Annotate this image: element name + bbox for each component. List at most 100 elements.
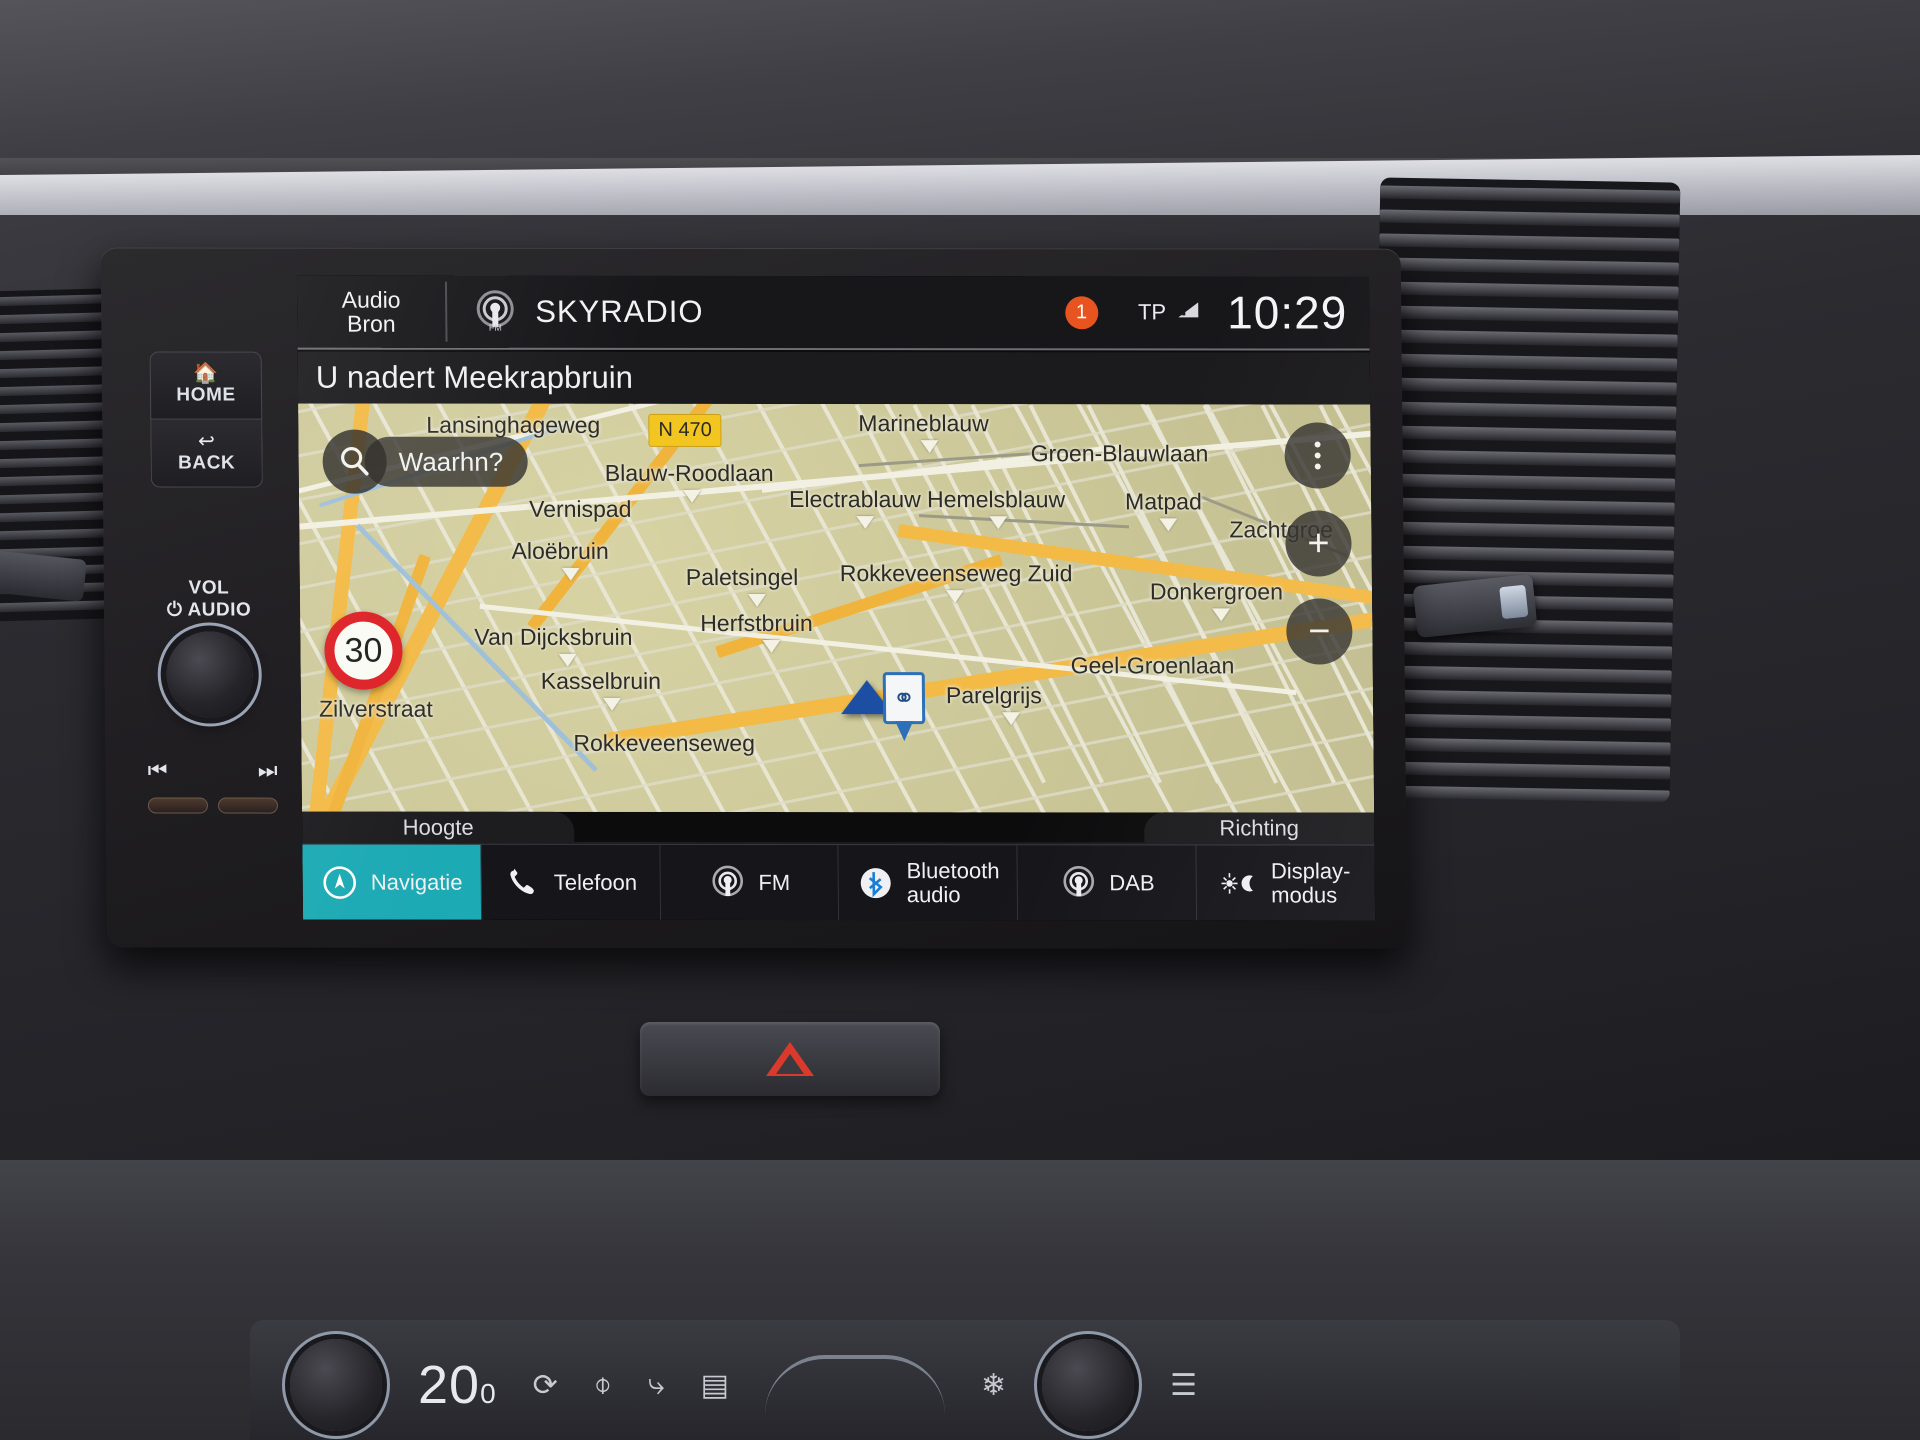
volume-knob[interactable]	[166, 631, 254, 718]
map-street-label: Electrablauw	[788, 486, 921, 513]
air-vent-right	[1369, 177, 1681, 803]
audio-source-line1: Audio	[341, 286, 401, 313]
climate-right-knob[interactable]	[1042, 1339, 1135, 1431]
climate-control-panel[interactable]: 200 ⟳ ⌽ ⤷ ▤ ❄ ☰	[250, 1320, 1680, 1440]
slider-right[interactable]	[217, 797, 279, 814]
map-street-label: Blauw-Roodlaan	[604, 459, 774, 487]
volume-control: VOL ⏻ AUDIO	[144, 577, 275, 718]
vent-slat	[0, 420, 110, 433]
hardware-slider-row	[147, 797, 282, 814]
hazard-triangle-inner	[776, 1054, 804, 1074]
map-street-label: Van Dijcksbruin	[474, 623, 633, 650]
auto-fan-icon[interactable]: ⟳	[533, 1368, 558, 1403]
prev-track-icon[interactable]: ⏮	[148, 757, 168, 783]
vent-slat	[0, 492, 112, 505]
audio-label: AUDIO	[187, 599, 252, 621]
bottom-tab-bar: Navigatie Telefoon FM Bluetooth audio DAB Disp…	[302, 843, 1376, 921]
traffic-program-indicator: TP	[1138, 298, 1201, 326]
navigation-compass-icon	[321, 863, 359, 901]
tab-navigatie[interactable]: Navigatie	[302, 844, 482, 920]
back-button[interactable]: ↩ BACK	[150, 419, 263, 488]
vent-slat	[0, 294, 107, 307]
defrost-rear-icon[interactable]: ▤	[701, 1368, 729, 1403]
vent-slat	[1376, 401, 1677, 420]
zoom-out-button[interactable]: −	[1286, 598, 1353, 665]
zoom-in-button[interactable]: +	[1285, 510, 1352, 577]
vent-slat	[1371, 689, 1672, 708]
signal-strength-icon	[1175, 298, 1201, 326]
radio-icon	[708, 863, 746, 901]
tab-label: DAB	[1109, 870, 1155, 896]
hazard-light-button[interactable]	[640, 1022, 940, 1096]
infotainment-head-unit: 🏠 HOME ↩ BACK VOL ⏻ AUDIO ⏮ ⏭ Audio Bron…	[100, 247, 1408, 949]
now-playing-station[interactable]: FM SKYRADIO	[447, 290, 1065, 335]
map-label-caret-icon	[602, 697, 621, 711]
map-options-button[interactable]	[1284, 422, 1351, 489]
svg-text:FM: FM	[489, 323, 502, 333]
tab-label: FM	[758, 869, 791, 895]
tab-label: Bluetooth audio	[906, 858, 1000, 907]
fm-radio-icon: FM	[473, 290, 517, 334]
air-vent-left-knob[interactable]	[0, 550, 87, 602]
map-street-label: Rokkeveenseweg Zuid	[839, 560, 1073, 587]
tab-fm[interactable]: FM	[660, 844, 840, 921]
speed-limit-sign: 30	[324, 611, 403, 690]
tab-telefoon[interactable]: Telefoon	[481, 844, 661, 920]
tab-label: Display-modus	[1270, 858, 1351, 907]
power-icon[interactable]: ⏻	[167, 599, 183, 620]
climate-temperature-value: 20	[418, 1355, 481, 1415]
map-street-label: Hemelsblauw	[926, 486, 1066, 513]
vent-slat	[0, 600, 115, 613]
tab-bluetooth-audio[interactable]: Bluetooth audio	[838, 845, 1019, 921]
map-label-caret-icon	[761, 640, 781, 654]
seat-heater-icon[interactable]: ☰	[1170, 1368, 1197, 1403]
vent-slat	[1374, 521, 1675, 540]
vent-slat	[0, 528, 113, 541]
vent-slat	[1375, 473, 1676, 492]
vent-slat	[0, 510, 112, 523]
map-label-caret-icon	[747, 593, 766, 608]
map-search-button[interactable]: Waarhn?	[322, 429, 528, 494]
airflow-icon[interactable]: ⤷	[648, 1368, 665, 1402]
map-street-label: Donkergroen	[1149, 578, 1284, 605]
slider-left[interactable]	[147, 797, 209, 814]
vent-slat	[1370, 761, 1671, 780]
map-label-caret-icon	[683, 489, 702, 503]
map-street-label: Aloëbruin	[511, 537, 609, 564]
station-name: SKYRADIO	[535, 293, 704, 329]
more-vertical-icon-dot	[1314, 463, 1321, 470]
home-button[interactable]: 🏠 HOME	[149, 351, 263, 420]
climate-temperature: 200	[418, 1354, 497, 1416]
fan-icon[interactable]: ❄	[981, 1368, 1006, 1403]
climate-fan-arc	[764, 1355, 945, 1415]
defrost-front-icon[interactable]: ⌽	[594, 1368, 612, 1402]
tab-label: Navigatie	[370, 869, 463, 895]
volume-label-line1: VOL	[188, 577, 230, 599]
vent-slat	[1375, 425, 1677, 444]
tab-dab[interactable]: DAB	[1017, 845, 1198, 921]
brightness-moon-icon	[1221, 864, 1259, 902]
vent-slat	[1370, 737, 1671, 756]
vent-slat	[0, 330, 107, 343]
map-canvas[interactable]: Lansinghageweg Marineblauw Groen-Blauwlaan…	[298, 403, 1375, 813]
map-label-caret-icon	[988, 516, 1007, 530]
next-track-icon[interactable]: ⏭	[258, 758, 278, 784]
map-street-label: Rokkeveenseweg	[573, 729, 756, 756]
map-street-label: Kasselbruin	[540, 667, 662, 694]
tab-display-modus[interactable]: Display-modus	[1197, 845, 1376, 920]
touchscreen-display[interactable]: Audio Bron FM SKYRADIO 1 TP 10:29 U nade…	[296, 275, 1376, 921]
preset-badge: 1	[1064, 295, 1099, 329]
vent-slat	[1379, 233, 1680, 252]
map-label-caret-icon	[856, 516, 875, 530]
audio-source-button[interactable]: Audio Bron	[296, 281, 448, 342]
map-street-label: Parelgrijs	[945, 682, 1042, 709]
vent-slat	[0, 384, 109, 397]
volume-label-line2: ⏻ AUDIO	[144, 599, 274, 621]
climate-left-knob[interactable]	[290, 1339, 382, 1431]
more-vertical-icon-dot	[1314, 452, 1321, 459]
altitude-title: Hoogte	[402, 814, 474, 840]
seek-button-row: ⏮ ⏭	[148, 757, 278, 783]
map-label-caret-icon	[1158, 518, 1177, 532]
back-button-label: BACK	[177, 452, 236, 474]
dashboard-scene: 200 ⟳ ⌽ ⤷ ▤ ❄ ☰ 🏠 HOME ↩ BACK VOL ⏻ AUDI…	[0, 0, 1920, 1440]
